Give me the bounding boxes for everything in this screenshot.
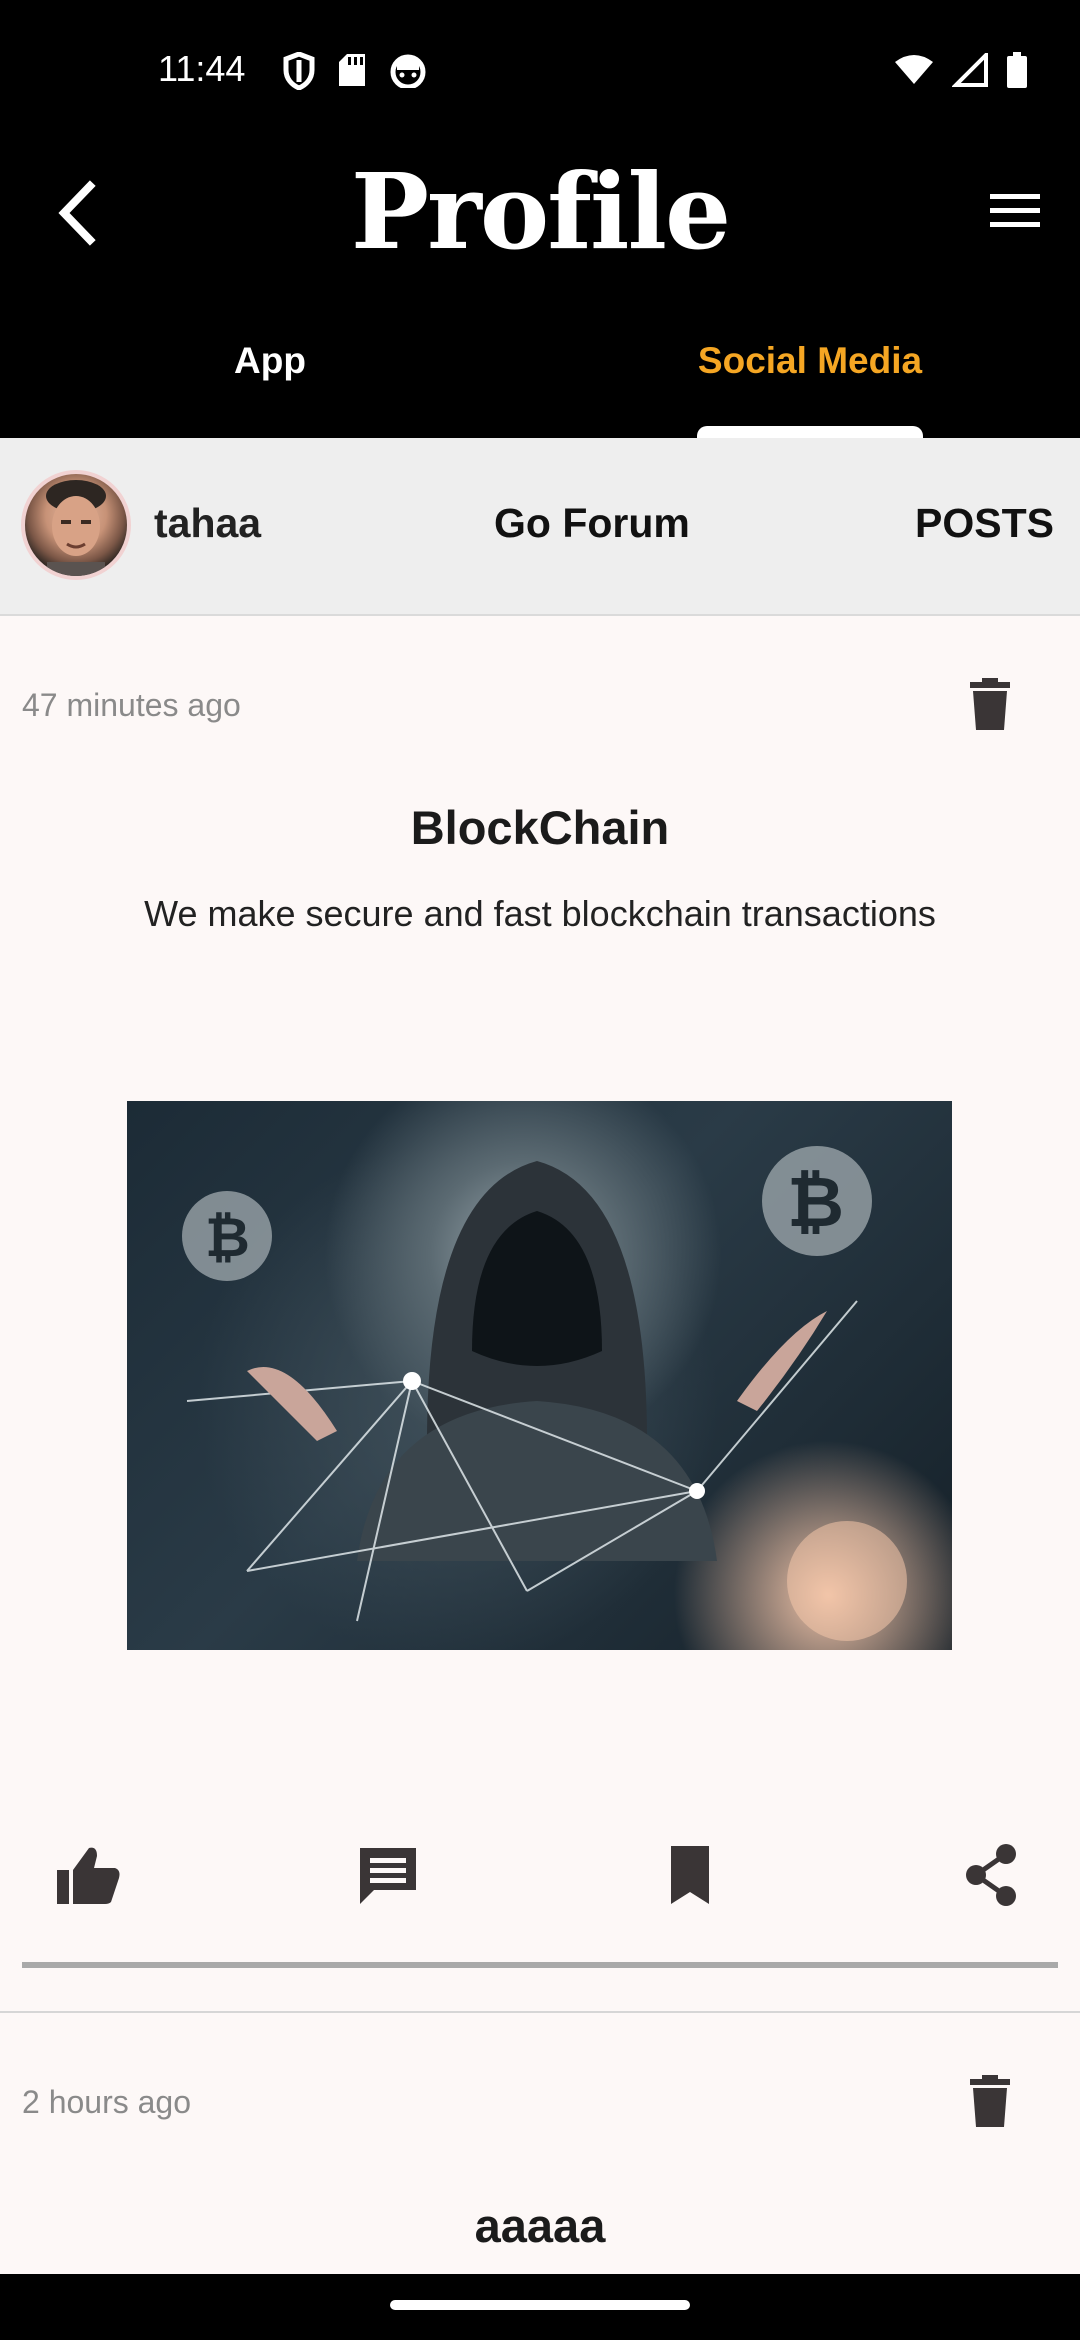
post-card: 2 hours ago aaaaa <box>0 0 1080 2274</box>
post-time: 2 hours ago <box>22 2084 192 2120</box>
delete-post-button[interactable] <box>968 2075 1012 2127</box>
trash-icon <box>970 2075 1010 2127</box>
post-title: aaaaa <box>474 2199 606 2252</box>
system-nav-bar <box>0 2274 1080 2340</box>
home-indicator[interactable] <box>390 2300 690 2310</box>
